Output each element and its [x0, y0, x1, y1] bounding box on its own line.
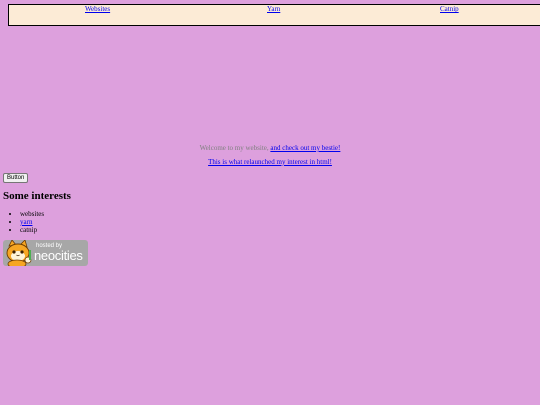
- neocities-badge[interactable]: hosted by neocities: [3, 240, 88, 266]
- nav-link-catnip[interactable]: Catnip: [440, 5, 459, 13]
- interests-list: websites yarn catnip: [3, 210, 44, 234]
- badge-brand-text: neocities: [34, 248, 83, 263]
- welcome-line: Welcome to my website, and check out my …: [0, 144, 540, 152]
- interest-item-catnip: catnip: [20, 226, 44, 234]
- top-nav: Websites Yarn Catnip: [8, 4, 540, 26]
- interest-item-yarn: yarn: [20, 218, 44, 226]
- relaunch-link[interactable]: This is what relaunched my interest in h…: [208, 158, 332, 166]
- nav-link-yarn[interactable]: Yarn: [267, 5, 280, 13]
- bestie-link[interactable]: and check out my bestie!: [270, 144, 340, 152]
- nav-link-websites[interactable]: Websites: [85, 5, 110, 13]
- relaunch-line: This is what relaunched my interest in h…: [0, 158, 540, 166]
- interests-heading: Some interests: [3, 190, 71, 202]
- welcome-text: Welcome to my website,: [199, 144, 269, 152]
- interest-item-websites: websites: [20, 210, 44, 218]
- neocities-cat-icon: [6, 240, 32, 266]
- interest-link-yarn[interactable]: yarn: [20, 218, 32, 226]
- generic-button[interactable]: Button: [3, 173, 29, 183]
